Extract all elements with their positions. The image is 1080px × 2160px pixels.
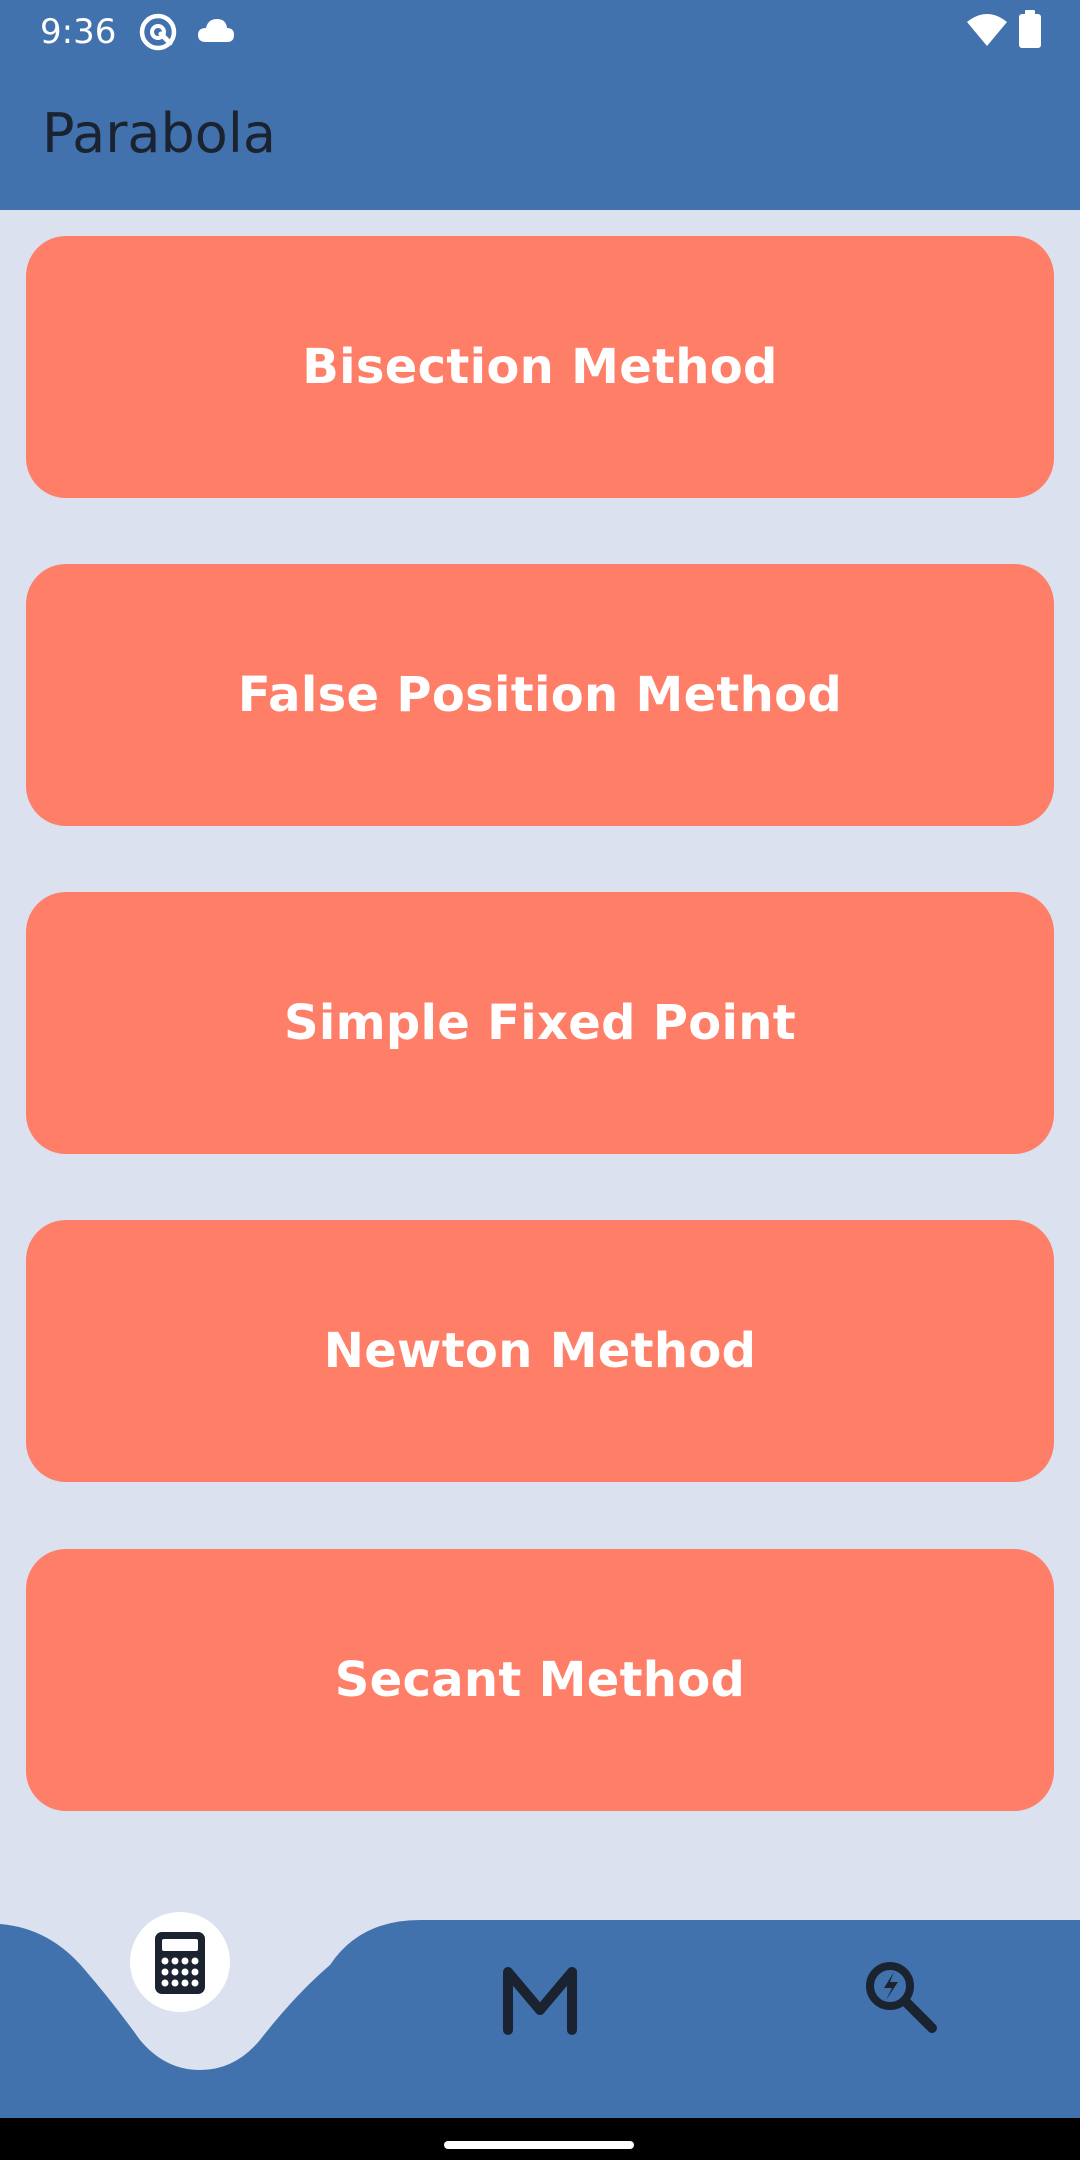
method-list: Bisection Method False Position Method S… [0, 210, 1080, 1920]
button-label: Simple Fixed Point [283, 995, 797, 1051]
nav-item-search-bolt[interactable] [854, 1950, 950, 2046]
m-icon [503, 1967, 577, 2035]
calculator-icon [130, 1912, 230, 2012]
status-time: 9:36 [40, 12, 117, 52]
search-bolt-icon [866, 1962, 937, 2033]
cloud-icon [196, 16, 236, 51]
battery-icon [1018, 10, 1042, 55]
app-bar: Parabola [0, 66, 1080, 210]
button-label: Bisection Method [302, 339, 778, 395]
simple-fixed-point-button[interactable]: Simple Fixed Point [26, 892, 1054, 1154]
home-gesture-handle[interactable] [444, 2141, 634, 2149]
page-title: Parabola [42, 102, 276, 165]
false-position-method-button[interactable]: False Position Method [26, 564, 1054, 826]
status-bar: 9:36 [0, 0, 1080, 66]
secant-method-button[interactable]: Secant Method [26, 1549, 1054, 1811]
button-label: False Position Method [237, 667, 843, 723]
button-label: Secant Method [334, 1652, 746, 1708]
newton-method-button[interactable]: Newton Method [26, 1220, 1054, 1482]
wifi-icon [966, 12, 1008, 53]
nav-item-calculator[interactable] [128, 1910, 232, 2014]
nav-item-m[interactable] [492, 1950, 588, 2046]
bisection-method-button[interactable]: Bisection Method [26, 236, 1054, 498]
at-sign-icon [138, 12, 178, 57]
button-label: Newton Method [323, 1323, 757, 1379]
system-navigation-bar [0, 2118, 1080, 2160]
bottom-navigation [0, 1910, 1080, 2120]
